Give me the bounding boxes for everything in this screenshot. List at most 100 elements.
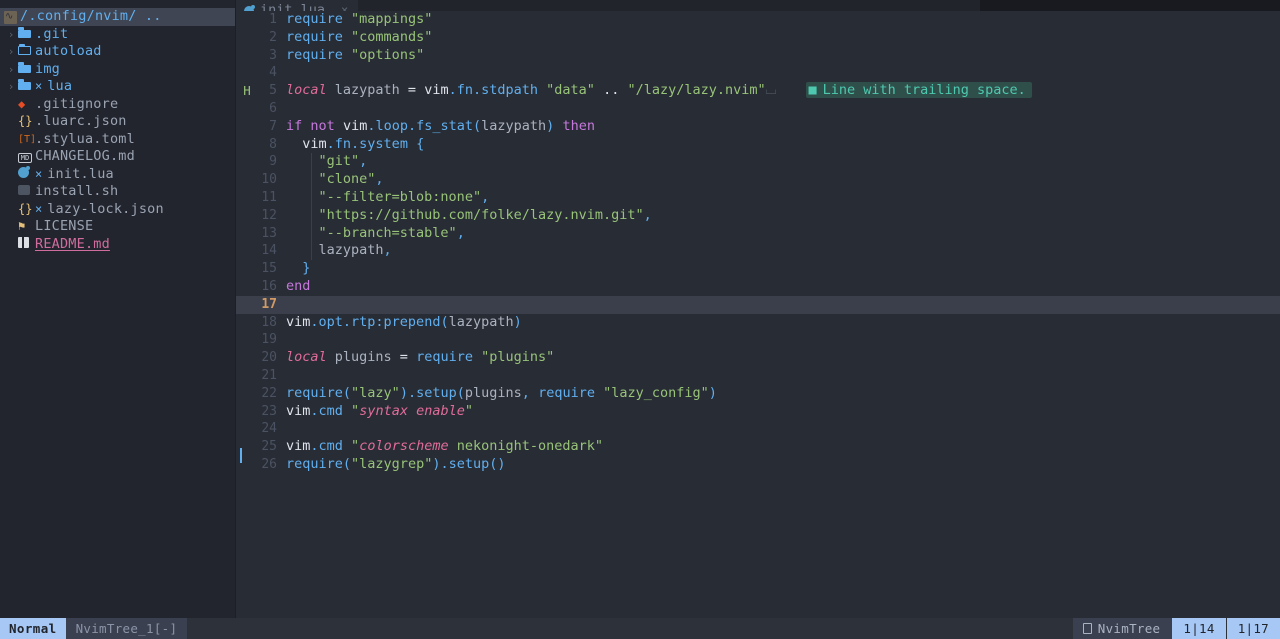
line-number: 17 xyxy=(261,296,277,312)
code-line[interactable]: 21 xyxy=(236,367,1280,385)
tree-root-header[interactable]: /.config/nvim/ .. xyxy=(0,8,236,26)
close-icon[interactable]: × xyxy=(341,2,348,11)
code-token: .stdpath xyxy=(472,82,539,99)
tab-init-lua[interactable]: init.lua × xyxy=(236,0,359,11)
code-line[interactable]: 9 "git", xyxy=(236,153,1280,172)
line-text[interactable]: require "mappings" xyxy=(286,11,1280,29)
code-line[interactable]: 26 require("lazygrep").setup() xyxy=(236,456,1280,474)
code-line[interactable]: 14 lazypath, xyxy=(236,242,1280,261)
tree-item-img[interactable]: › img xyxy=(0,61,236,79)
tree-item-stylua-toml[interactable]: [T] .stylua.toml xyxy=(0,131,236,149)
chevron-right-icon[interactable]: › xyxy=(4,43,18,61)
editor-pane[interactable]: init.lua × 1 require "mappings" 2 require "… xyxy=(236,0,1280,618)
code-token: local xyxy=(286,349,327,366)
code-line[interactable]: 22 require("lazy").setup(plugins, require… xyxy=(236,385,1280,403)
chevron-right-icon[interactable]: › xyxy=(4,78,18,96)
nvimtree-sidebar[interactable]: /.config/nvim/ .. › .git › autoload › img › × lu… xyxy=(0,0,236,618)
chevron-right-icon[interactable]: › xyxy=(4,61,18,79)
tree-item-git[interactable]: › .git xyxy=(0,26,236,44)
code-line[interactable]: 3 require "options" xyxy=(236,47,1280,65)
indent-guide xyxy=(311,153,312,172)
line-number: 11 xyxy=(261,189,277,205)
code-token: .system xyxy=(351,135,408,152)
code-line[interactable]: 16 end xyxy=(236,278,1280,296)
tabline[interactable]: init.lua × xyxy=(236,0,1280,11)
tree-item-lazy-lock-json[interactable]: {} × lazy-lock.json xyxy=(0,201,236,219)
code-line[interactable]: 8 vim.fn.system { xyxy=(236,136,1280,154)
tree-item-autoload[interactable]: › autoload xyxy=(0,43,236,62)
code-token: require xyxy=(286,384,343,401)
line-text[interactable]: require("lazy").setup(plugins, require "… xyxy=(286,385,1280,403)
line-text[interactable]: local lazypath = vim.fn.stdpath "data" .… xyxy=(286,82,1280,100)
line-text[interactable]: lazypath, xyxy=(286,242,1280,261)
code-area[interactable]: 1 require "mappings" 2 require "commands" 3 r… xyxy=(236,11,1280,474)
code-line[interactable]: 1 require "mappings" xyxy=(236,11,1280,29)
code-line[interactable]: 18 vim.opt.rtp:prepend(lazypath) xyxy=(236,314,1280,332)
code-line[interactable]: 7 if not vim.loop.fs_stat(lazypath) then xyxy=(236,118,1280,136)
tree-item-gitignore[interactable]: ◆ .gitignore xyxy=(0,96,236,114)
line-text[interactable]: "git", xyxy=(286,153,1280,172)
code-line[interactable]: 25 vim.cmd "colorscheme nekonight-onedark… xyxy=(236,438,1280,464)
tree-file-list[interactable]: › .git › autoload › img › × lua ◆ .gitignore {} .l… xyxy=(0,26,236,254)
code-line[interactable]: 13 "--branch=stable", xyxy=(236,224,1280,243)
status-spacer xyxy=(187,618,1073,639)
line-text[interactable]: vim.cmd "colorscheme nekonight-onedark" xyxy=(286,438,1280,456)
git-icon: ◆ xyxy=(18,96,26,111)
line-text[interactable]: "--branch=stable", xyxy=(286,224,1280,243)
line-text[interactable]: if not vim.loop.fs_stat(lazypath) then xyxy=(286,118,1280,136)
code-line[interactable]: 20 local plugins = require "plugins" xyxy=(236,349,1280,367)
chevron-right-icon[interactable]: › xyxy=(4,26,18,44)
tree-item-luarc-json[interactable]: {} .luarc.json xyxy=(0,113,236,132)
tree-item-readme-md[interactable]: README.md xyxy=(0,236,236,254)
tree-item-init-lua[interactable]: × init.lua xyxy=(0,165,236,184)
code-line[interactable]: 24 xyxy=(236,420,1280,438)
line-text[interactable]: vim.opt.rtp:prepend(lazypath) xyxy=(286,314,1280,332)
toml-icon: [T] xyxy=(18,134,37,146)
line-text[interactable]: require "options" xyxy=(286,47,1280,65)
code-line[interactable]: 19 xyxy=(236,331,1280,349)
code-line[interactable]: 10 "clone", xyxy=(236,171,1280,189)
modified-marker-icon: × xyxy=(35,201,43,216)
line-number: 7 xyxy=(269,118,277,134)
code-token: = xyxy=(407,82,417,99)
line-number: 15 xyxy=(261,261,277,277)
code-token: if xyxy=(286,117,303,134)
line-text[interactable]: end xyxy=(286,278,1280,296)
code-token: vim xyxy=(342,117,368,134)
line-text[interactable]: require "commands" xyxy=(286,29,1280,47)
code-line[interactable]: H 5 local lazypath = vim.fn.stdpath "data"… xyxy=(236,82,1280,100)
line-text[interactable]: vim.fn.system { xyxy=(286,136,1280,154)
line-text[interactable]: } xyxy=(286,260,1280,278)
line-text[interactable]: "--filter=blob:none", xyxy=(286,188,1280,207)
tree-item-license[interactable]: ⚑ LICENSE xyxy=(0,218,236,237)
line-text[interactable]: require("lazygrep").setup() xyxy=(286,456,1280,474)
code-token: lazypath xyxy=(326,82,408,99)
code-line[interactable]: 17 xyxy=(236,295,1280,314)
code-token: ) xyxy=(708,384,717,401)
status-position-left: 1|14 xyxy=(1172,618,1226,639)
line-text[interactable]: "https://github.com/folke/lazy.nvim.git"… xyxy=(286,206,1280,225)
code-line[interactable]: 6 xyxy=(236,100,1280,118)
code-line[interactable]: 12 "https://github.com/folke/lazy.nvim.g… xyxy=(236,206,1280,225)
tree-item-changelog-md[interactable]: MD CHANGELOG.md xyxy=(0,148,236,167)
line-number: 2 xyxy=(269,29,277,45)
line-text[interactable]: "clone", xyxy=(286,171,1280,189)
code-token: .setup xyxy=(407,384,457,401)
code-line[interactable]: 4 xyxy=(236,64,1280,82)
code-line[interactable]: 11 "--filter=blob:none", xyxy=(236,188,1280,207)
tree-item-label: lua xyxy=(47,78,73,95)
tree-item-install-sh[interactable]: install.sh xyxy=(0,183,236,202)
code-line[interactable]: 23 vim.cmd "syntax enable" xyxy=(236,403,1280,421)
code-line[interactable]: 2 require "commands" xyxy=(236,29,1280,47)
code-line[interactable]: 15 } xyxy=(236,260,1280,278)
line-text[interactable]: local plugins = require "plugins" xyxy=(286,349,1280,367)
line-text[interactable]: vim.cmd "syntax enable" xyxy=(286,403,1280,421)
tree-item-lua[interactable]: › × lua xyxy=(0,78,236,97)
code-token: " xyxy=(351,402,360,419)
